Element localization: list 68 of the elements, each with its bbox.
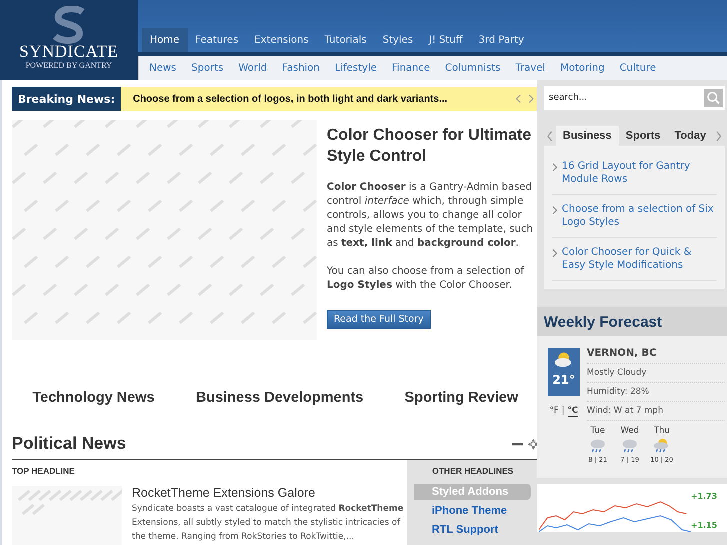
nav-tab[interactable]: J! Stuff — [421, 28, 471, 52]
subnav-link[interactable]: Travel — [508, 62, 553, 74]
subnav-link[interactable]: Motoring — [552, 62, 612, 74]
logo-subtitle: POWERED BY GANTRY — [26, 61, 112, 70]
rain-cloud-icon — [621, 438, 639, 454]
nav-tab[interactable]: 3rd Party — [470, 28, 532, 52]
search-field[interactable]: search... — [544, 86, 704, 110]
prev-next-arrows-icon[interactable] — [516, 94, 534, 104]
headline-summary: Syndicate boasts a vast catalogue of integrated RocketTheme Extensions, all subtly styled to match the stylistic intricacies of the theme. Ranging from RokStories to RokTwittie,... — [132, 503, 405, 544]
search-icon[interactable] — [704, 86, 726, 110]
logo-title: SYNDICATE — [20, 44, 118, 60]
breaking-news-text[interactable]: Choose from a selection of logos, in both light and dark variants... — [121, 94, 516, 104]
section-title: Political News — [12, 434, 128, 454]
article-link[interactable]: 16 Grid Layout for Gantry Module Rows — [562, 160, 718, 186]
humidity: Humidity: 28% — [587, 383, 726, 402]
day-name: Wed — [620, 426, 640, 436]
previous-icon[interactable] — [547, 130, 553, 142]
subnav-link[interactable]: Lifestyle — [328, 62, 385, 74]
top-headline-label: TOP HEADLINE — [12, 466, 76, 476]
nav-tab[interactable]: Tutorials — [316, 28, 375, 52]
category-heading[interactable]: Sporting Review — [404, 390, 518, 406]
chevron-icon — [552, 249, 558, 258]
tab[interactable]: Sports — [618, 126, 668, 146]
feature-title[interactable]: Color Chooser for Ultimate Style Control — [327, 125, 537, 167]
subnav-link[interactable]: Sports — [184, 62, 232, 74]
change-value: +1.73 — [691, 492, 718, 501]
unit-toggle[interactable]: °F — [550, 406, 559, 417]
breaking-news-label: Breaking News: — [12, 87, 122, 111]
feature-paragraph: Color Chooser is a Gantry-Admin based control interface which, through simple controls, allows you to change all color and style elements of the template, such as text, link and background color. — [327, 181, 534, 251]
headline-link[interactable]: RTL Support — [414, 522, 531, 538]
subnav-link[interactable]: World — [231, 62, 275, 74]
logo[interactable]: SYNDICATE POWERED BY GANTRY — [0, 0, 138, 80]
unit-toggle[interactable]: °C — [568, 406, 578, 417]
day-name: Thu — [654, 426, 670, 436]
article-link[interactable]: Choose from a selection of Six Logo Styles — [562, 203, 718, 229]
nav-tab[interactable]: Extensions — [246, 28, 317, 52]
forecast-title: Weekly Forecast — [544, 314, 662, 331]
read-story-button[interactable]: Read the Full Story — [327, 310, 431, 329]
move-icon[interactable] — [528, 438, 539, 450]
city-name: VERNON, BC — [587, 348, 726, 364]
other-headlines-label: OTHER HEADLINES — [431, 466, 515, 476]
nav-tab[interactable]: Home — [142, 28, 188, 52]
subnav-link[interactable]: Culture — [612, 62, 664, 74]
next-icon[interactable] — [716, 130, 722, 142]
chevron-icon — [552, 206, 558, 215]
tab[interactable]: Today — [668, 126, 714, 146]
day-name: Tue — [590, 426, 606, 436]
temperature: 21° — [552, 373, 576, 387]
rain-cloud-icon — [589, 438, 607, 454]
sun-rain-icon — [653, 438, 671, 454]
subnav-link[interactable]: Columnists — [438, 62, 508, 74]
subnav-link[interactable]: Fashion — [274, 62, 328, 74]
wind: Wind: W at 7 mph — [587, 402, 726, 421]
subnav-link[interactable]: Finance — [384, 62, 438, 74]
condition: Mostly Cloudy — [587, 364, 726, 383]
change-value: +1.15 — [691, 521, 718, 530]
article-link[interactable]: Color Chooser for Quick & Easy Style Modifications — [562, 246, 718, 272]
category-heading[interactable]: Business Developments — [196, 390, 364, 406]
category-heading[interactable]: Technology News — [32, 390, 155, 406]
chevron-icon — [552, 163, 558, 172]
nav-tab[interactable]: Styles — [374, 28, 422, 52]
headline[interactable]: RocketTheme Extensions Galore — [132, 486, 407, 500]
feature-paragraph: You can also choose from a selection of Logo Styles with the Color Chooser. — [327, 265, 526, 293]
nav-tab[interactable]: Features — [188, 28, 247, 52]
headline-link[interactable]: iPhone Theme — [414, 503, 531, 519]
unit-separator: | — [562, 406, 565, 417]
subnav-link[interactable]: News — [142, 62, 184, 74]
tab[interactable]: Business — [556, 126, 619, 146]
